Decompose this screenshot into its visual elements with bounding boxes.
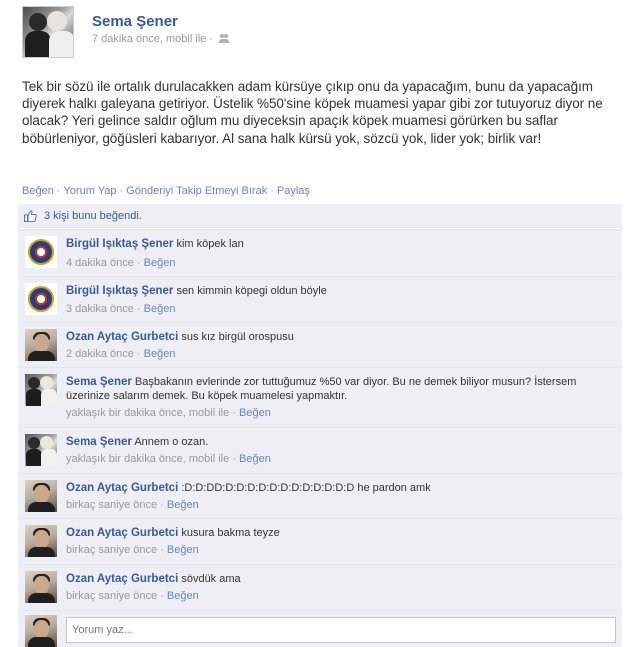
comment-timestamp: 4 dakika önce · [66, 257, 141, 269]
comment-timestamp: birkaç saniye önce · [66, 499, 164, 511]
comment-like-link[interactable]: Beğen [239, 453, 271, 465]
comment-author[interactable]: Ozan Aytaç Gurbetci [66, 527, 178, 539]
audience-friends-icon[interactable] [219, 34, 230, 43]
comment-like-link[interactable]: Beğen [167, 544, 199, 556]
comment-like-link[interactable]: Beğen [144, 303, 176, 315]
comment-like-link[interactable]: Beğen [167, 590, 199, 602]
likes-summary: 3 kişi bunu beğendi. [18, 204, 622, 228]
comment-post-link[interactable]: Yorum Yap [63, 185, 116, 197]
comment-text: sen kimmin köpegi oldun böyle [176, 285, 327, 297]
comment-timestamp: birkaç saniye önce · [66, 590, 164, 602]
comment-text: Başbakanın evlerinde zor tuttuğumuz %50 … [66, 376, 577, 402]
comment-item: Birgül Işıktaş Şener kim köpek lan 4 dak… [18, 229, 622, 276]
post-body-text: Tek bir sözü ile ortalık durulacakken ad… [22, 79, 603, 146]
commenter-avatar[interactable] [25, 374, 57, 406]
comment-like-link[interactable]: Beğen [144, 257, 176, 269]
write-comment-row [18, 610, 622, 647]
comment-like-link[interactable]: Beğen [239, 407, 271, 419]
commenter-avatar[interactable] [25, 525, 57, 557]
separator: · [119, 185, 124, 197]
unfollow-post-link[interactable]: Gönderiyi Takip Etmeyi Bırak [126, 185, 267, 197]
commenter-avatar[interactable] [25, 571, 57, 603]
commenter-avatar[interactable] [25, 283, 57, 315]
comment-author[interactable]: Birgül Işıktaş Şener [66, 238, 173, 250]
comment-input[interactable] [66, 617, 616, 643]
comment-author[interactable]: Ozan Aytaç Gurbetci [66, 482, 178, 494]
share-post-link[interactable]: Paylaş [277, 185, 310, 197]
comment-text: sövdük ama [181, 573, 241, 585]
comment-author[interactable]: Ozan Aytaç Gurbetci [66, 573, 178, 585]
post-timestamp: 7 dakika önce, mobil ile · [92, 33, 214, 45]
like-post-link[interactable]: Beğen [22, 185, 54, 197]
post-author-name[interactable]: Sema Şener [92, 13, 178, 30]
comment-author[interactable]: Sema Şener [66, 376, 132, 388]
comment-like-link[interactable]: Beğen [144, 348, 176, 360]
comment-text: :D:D:DD:D:D:D:D:D:D:D:D:D:D:D:D he pardo… [181, 482, 431, 494]
comment-author[interactable]: Sema Şener [66, 436, 132, 448]
comment-text: Annem o ozan. [134, 436, 209, 448]
comment-item: Ozan Aytaç Gurbetci sövdük ama birkaç sa… [18, 564, 622, 610]
comment-timestamp: 2 dakika önce · [66, 348, 141, 360]
comment-item: Birgül Işıktaş Şener sen kimmin köpegi o… [18, 276, 622, 322]
comment-author[interactable]: Ozan Aytaç Gurbetci [66, 331, 178, 343]
post-actions-bar: Beğen · Yorum Yap · Gönderiyi Takip Etmeyi B… [22, 185, 310, 197]
comment-item: Ozan Aytaç Gurbetci kusura bakma teyze b… [18, 518, 622, 564]
comment-item: Ozan Aytaç Gurbetci :D:D:DD:D:D:D:D:D:D:… [18, 473, 622, 518]
comment-like-link[interactable]: Beğen [167, 499, 199, 511]
comment-item: Sema Şener Başbakanın evlerinde zor tutt… [18, 367, 622, 427]
commenter-avatar[interactable] [25, 480, 57, 512]
comment-timestamp: 3 dakika önce · [66, 303, 141, 315]
comment-text: kim köpek lan [176, 238, 244, 250]
comment-timestamp: birkaç saniye önce · [66, 544, 164, 556]
comment-item: Ozan Aytaç Gurbetci sus kız birgül orosp… [18, 322, 622, 367]
current-user-avatar [25, 615, 57, 647]
post-meta: 7 dakika önce, mobil ile · [92, 33, 230, 45]
comment-item: Sema Şener Annem o ozan. yaklaşık bir da… [18, 427, 622, 473]
comment-text: kusura bakma teyze [181, 527, 280, 539]
likes-count-link[interactable]: 3 kişi bunu beğendi. [44, 210, 142, 222]
thumbs-up-icon [24, 210, 37, 222]
comment-author[interactable]: Birgül Işıktaş Şener [66, 285, 173, 297]
post-header: Sema Şener 7 dakika önce, mobil ile · [22, 6, 622, 58]
comment-text: sus kız birgül orospusu [181, 331, 294, 343]
separator: · [270, 185, 274, 197]
separator: · [56, 185, 61, 197]
commenter-avatar[interactable] [25, 434, 57, 466]
author-profile-photo[interactable] [22, 6, 74, 58]
comment-timestamp: yaklaşık bir dakika önce, mobil ile · [66, 453, 236, 465]
commenter-avatar[interactable] [25, 236, 57, 268]
commenter-avatar[interactable] [25, 329, 57, 361]
comment-timestamp: yaklaşık bir dakika önce, mobil ile · [66, 407, 236, 419]
